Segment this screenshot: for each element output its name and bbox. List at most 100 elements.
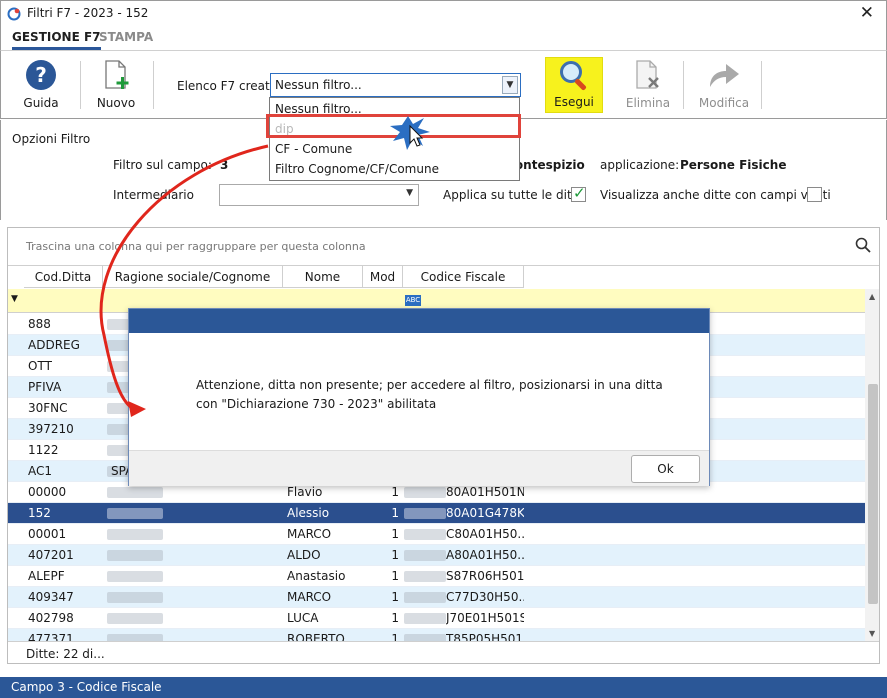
redacted-codice-fiscale — [404, 592, 446, 603]
table-row[interactable]: 00001 MARCO 1 C80A01H50... — [8, 524, 865, 545]
group-by-bar[interactable]: Trascina una colonna qui per raggruppare… — [8, 228, 879, 266]
cell-codice-fiscale: J70E01H501S — [446, 611, 524, 625]
esegui-label: Esegui — [554, 95, 594, 109]
table-row[interactable]: 407201 ALDO 1 A80A01H50... — [8, 545, 865, 566]
cell-codice-fiscale: A80A01H50... — [446, 548, 524, 562]
cell-cod-ditta: 30FNC — [28, 401, 68, 415]
dialog-footer: Ok — [129, 450, 709, 486]
divider — [761, 61, 762, 109]
applicazione-label: applicazione: — [600, 158, 680, 172]
redacted-ragione-sociale — [107, 487, 163, 498]
cell-nome: Anastasio — [287, 569, 346, 583]
intermediario-select[interactable]: ▼ — [219, 184, 419, 206]
chevron-down-icon[interactable]: ▼ — [406, 188, 413, 198]
table-row[interactable]: ALEPF Anastasio 1 S87R06H501A — [8, 566, 865, 587]
column-header-mod[interactable]: Mod — [363, 266, 403, 288]
modifica-label: Modifica — [698, 96, 750, 110]
applica-label: Applica su tutte le ditte — [443, 188, 584, 202]
status-bar: Campo 3 - Codice Fiscale — [0, 677, 887, 698]
table-row[interactable]: 402798 LUCA 1 J70E01H501S — [8, 608, 865, 629]
redacted-ragione-sociale — [107, 592, 163, 603]
cell-mod: 1 — [391, 569, 399, 583]
filter-select[interactable]: Nessun filtro... ▼ — [270, 73, 521, 97]
nuovo-button[interactable]: Nuovo — [93, 57, 139, 113]
cell-nome: MARCO — [287, 590, 332, 604]
cell-codice-fiscale: C80A01H50... — [446, 527, 524, 541]
cell-codice-fiscale: S87R06H501A — [446, 569, 524, 583]
help-icon: ? — [26, 60, 56, 90]
filter-dropdown-list: Nessun filtro... dip CF - Comune Filtro … — [269, 97, 520, 181]
frontespizio-label: rontespizio — [509, 158, 585, 172]
redacted-ragione-sociale — [107, 613, 163, 624]
table-row[interactable]: 152 Alessio 1 80A01G478K — [8, 503, 865, 524]
grid-footer: Ditte: 22 di... — [8, 641, 879, 663]
status-text: Campo 3 - Codice Fiscale — [11, 680, 162, 694]
redacted-codice-fiscale — [404, 571, 446, 582]
delete-document-icon — [636, 60, 659, 89]
filter-select-value: Nessun filtro... — [275, 78, 362, 92]
column-header-cod-ditta[interactable]: Cod.Ditta — [24, 266, 103, 288]
cell-cod-ditta: OTT — [28, 359, 52, 373]
cell-nome: Alessio — [287, 506, 330, 520]
applica-checkbox[interactable]: ✓ — [571, 184, 586, 202]
cell-mod: 1 — [391, 590, 399, 604]
filter-list-label: Elenco F7 creati — [177, 79, 274, 93]
column-header-nome[interactable]: Nome — [283, 266, 363, 288]
highlight-box — [266, 114, 521, 138]
app-icon — [7, 7, 21, 21]
title-bar: Filtri F7 - 2023 - 152 ✕ — [0, 0, 887, 26]
ok-button[interactable]: Ok — [631, 455, 700, 483]
guida-label: Guida — [23, 96, 59, 110]
table-row[interactable]: 409347 MARCO 1 C77D30H50... — [8, 587, 865, 608]
close-icon[interactable]: ✕ — [860, 3, 874, 23]
elimina-button[interactable]: Elimina — [620, 57, 676, 113]
redacted-codice-fiscale — [404, 529, 446, 540]
cell-cod-ditta: ALEPF — [28, 569, 65, 583]
filter-field-value: 3 — [220, 158, 229, 172]
cell-cod-ditta: 397210 — [28, 422, 74, 436]
visualizza-label: Visualizza anche ditte con campi vuoti — [600, 188, 831, 202]
checkmark-icon: ✓ — [573, 184, 586, 202]
tab-gestione-f7[interactable]: GESTIONE F7 — [12, 30, 101, 50]
column-header-ragione-sociale[interactable]: Ragione sociale/Cognome — [103, 266, 283, 288]
guida-button[interactable]: ? Guida — [17, 57, 65, 113]
chevron-down-icon[interactable]: ▼ — [502, 76, 518, 94]
redacted-ragione-sociale — [107, 550, 163, 561]
cell-cod-ditta: 407201 — [28, 548, 74, 562]
esegui-button[interactable]: Esegui — [545, 57, 603, 113]
tab-stampa[interactable]: STAMPA — [99, 30, 153, 44]
scroll-up-icon[interactable]: ▲ — [869, 292, 875, 301]
cell-mod: 1 — [391, 611, 399, 625]
dropdown-item-cognome-cf-comune[interactable]: Filtro Cognome/CF/Comune — [270, 159, 519, 179]
filter-field-label: Filtro sul campo: — [113, 158, 212, 172]
search-icon[interactable] — [855, 237, 871, 253]
visualizza-checkbox[interactable] — [807, 187, 822, 202]
column-header-codice-fiscale[interactable]: Codice Fiscale — [403, 266, 524, 288]
cell-mod: 1 — [391, 506, 399, 520]
dialog-message: Attenzione, ditta non presente; per acce… — [196, 378, 663, 411]
modifica-button[interactable]: Modifica — [691, 57, 757, 113]
abc-filter-icon[interactable]: ABC — [405, 295, 421, 306]
vertical-scrollbar[interactable]: ▲ ▼ — [865, 289, 879, 641]
cell-codice-fiscale: 80A01G478K — [446, 506, 524, 520]
redacted-codice-fiscale — [404, 487, 446, 498]
new-document-icon — [105, 60, 129, 89]
scroll-down-icon[interactable]: ▼ — [869, 629, 875, 638]
options-header: Opzioni Filtro — [12, 132, 91, 146]
divider — [153, 61, 154, 109]
alert-dialog: Attenzione, ditta non presente; per acce… — [128, 308, 710, 486]
nuovo-label: Nuovo — [96, 96, 136, 110]
intermediario-label: Intermediario — [113, 188, 194, 202]
funnel-icon[interactable]: ▼ — [11, 294, 18, 304]
group-hint: Trascina una colonna qui per raggruppare… — [26, 240, 366, 253]
window-title: Filtri F7 - 2023 - 152 — [27, 6, 149, 20]
scroll-thumb[interactable] — [868, 384, 878, 604]
dialog-title-bar — [129, 309, 709, 333]
dropdown-item-cf-comune[interactable]: CF - Comune — [270, 139, 519, 159]
redacted-ragione-sociale — [107, 529, 163, 540]
redacted-ragione-sociale — [107, 508, 163, 519]
divider — [80, 61, 81, 109]
cell-cod-ditta: 888 — [28, 317, 51, 331]
magnifier-icon — [560, 61, 587, 91]
redacted-ragione-sociale — [107, 571, 163, 582]
